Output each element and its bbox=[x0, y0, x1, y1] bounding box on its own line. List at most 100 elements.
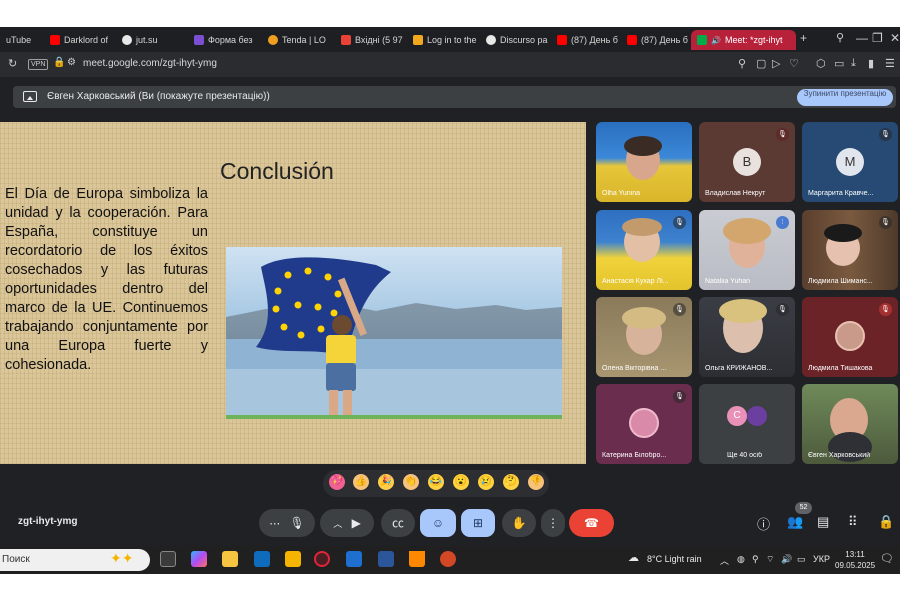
participant-tile[interactable]: 🎙 Людмила Тишакова bbox=[802, 297, 898, 377]
browser-tab[interactable]: Darklord of bbox=[44, 30, 116, 50]
participant-tile[interactable]: 🎙 Олена Вікторівна ... bbox=[596, 297, 692, 377]
browser-tab[interactable]: Discurso pa bbox=[480, 30, 550, 50]
microphone-control[interactable]: ⋯ 🎙 bbox=[259, 509, 315, 537]
tray-app-icon[interactable]: ◍ bbox=[737, 554, 745, 565]
play-icon[interactable]: ▷ bbox=[772, 57, 780, 70]
maximize-icon[interactable]: ❐ bbox=[872, 31, 883, 45]
notifications-icon[interactable]: 🗨 bbox=[880, 552, 894, 565]
participant-tile[interactable]: Olha Yunina bbox=[596, 122, 692, 202]
browser-tab[interactable]: uTube bbox=[0, 30, 46, 50]
present-button[interactable]: ⊞ bbox=[461, 509, 495, 537]
chevron-up-icon[interactable]: ︿ bbox=[720, 554, 729, 567]
activities-icon[interactable]: ⠿ bbox=[848, 514, 858, 530]
reactions-button[interactable]: ☺ bbox=[420, 509, 456, 537]
file-explorer-icon[interactable] bbox=[222, 551, 238, 567]
stop-presenting-button[interactable]: Зупинити презентацію bbox=[797, 89, 893, 106]
network-icon[interactable]: ⌔ bbox=[766, 554, 774, 565]
new-tab-button[interactable]: + bbox=[800, 31, 807, 45]
wallet-icon[interactable]: ▭ bbox=[834, 57, 844, 70]
reload-icon[interactable]: ↻ bbox=[8, 57, 17, 70]
leave-call-button[interactable]: ☎ bbox=[569, 509, 614, 537]
opera-icon[interactable] bbox=[314, 551, 330, 567]
participant-tile[interactable]: С Ще 40 осіб bbox=[699, 384, 795, 464]
tab-label: Darklord of bbox=[64, 35, 109, 45]
info-icon[interactable]: ⓘ bbox=[757, 514, 770, 533]
search-input[interactable]: Поиск bbox=[2, 554, 30, 565]
heart-icon[interactable]: ♡ bbox=[789, 57, 799, 70]
browser-tab[interactable]: jut.su bbox=[116, 30, 186, 50]
taskbar-search[interactable]: Поиск ✦✦ bbox=[0, 549, 150, 571]
minimize-icon[interactable]: — bbox=[856, 31, 868, 45]
weather-text[interactable]: 8°C Light rain bbox=[647, 554, 702, 564]
copilot-icon[interactable] bbox=[191, 551, 207, 567]
tears-of-joy-icon[interactable]: 😂 bbox=[428, 474, 444, 490]
participant-tile[interactable]: 🎙 Анастасія Кухар Лі... bbox=[596, 210, 692, 290]
outlook-icon[interactable] bbox=[254, 551, 270, 567]
screen: uTube Darklord of jut.su Форма без Tenda… bbox=[0, 0, 900, 600]
microsoft-store-icon[interactable] bbox=[285, 551, 301, 567]
photos-icon[interactable] bbox=[346, 551, 362, 567]
party-popper-icon[interactable]: 🎉 bbox=[378, 474, 394, 490]
battery-icon[interactable]: ▭ bbox=[797, 554, 806, 565]
more-audio-options-icon[interactable]: ⋯ bbox=[269, 518, 280, 530]
surprised-face-icon[interactable]: 😮 bbox=[453, 474, 469, 490]
screenshot-icon[interactable]: ▢ bbox=[756, 57, 766, 70]
task-view-icon[interactable] bbox=[160, 551, 176, 567]
participant-name: Маргарита Кравче... bbox=[808, 190, 874, 197]
browser-tab[interactable]: Форма без bbox=[188, 30, 260, 50]
browser-tab[interactable]: (87) День б bbox=[621, 30, 691, 50]
thumbs-down-icon[interactable]: 👎 bbox=[528, 474, 544, 490]
participant-tile[interactable]: ⦙ Nataliia Yuhan bbox=[699, 210, 795, 290]
participant-tile[interactable]: 🎙 В Владислав Некрут bbox=[699, 122, 795, 202]
menu-icon[interactable]: ☰ bbox=[885, 57, 895, 70]
browser-tab-active[interactable]: 🔊 Meet: *zgt-ihyt bbox=[691, 30, 796, 50]
browser-tab[interactable]: Log in to the bbox=[407, 30, 479, 50]
download-icon[interactable]: ⤓ bbox=[851, 57, 856, 70]
search-tabs-icon[interactable]: ⚲ bbox=[836, 31, 844, 44]
volume-icon[interactable]: 🔊 bbox=[781, 554, 792, 565]
captions-button[interactable]: ㏄ bbox=[381, 509, 415, 537]
usb-icon[interactable]: ⚲ bbox=[752, 554, 759, 565]
emoji-icon: ☺ bbox=[431, 516, 445, 530]
participant-tile[interactable]: 🎙 Людмила Шиманс... bbox=[802, 210, 898, 290]
pin-icon[interactable]: ⚲ bbox=[738, 57, 746, 70]
camera-control[interactable]: ︿ ▶ bbox=[320, 509, 374, 537]
battery-icon[interactable]: ▮ bbox=[868, 57, 874, 70]
people-icon[interactable]: 👥 bbox=[787, 514, 803, 530]
thumbs-up-icon[interactable]: 👍 bbox=[353, 474, 369, 490]
clock[interactable]: 13:11 09.05.2025 bbox=[835, 549, 875, 571]
crying-face-icon[interactable]: 😢 bbox=[478, 474, 494, 490]
site-settings-icon[interactable]: ⚙ bbox=[67, 57, 76, 68]
windows-taskbar: Поиск ✦✦ ☁ 8°C Light rain ︿ ◍ ⚲ ⌔ 🔊 ▭ УК… bbox=[0, 546, 900, 574]
participant-tile[interactable]: 🎙 Катерина Білобро... bbox=[596, 384, 692, 464]
avatar bbox=[747, 406, 767, 426]
url-field[interactable]: meet.google.com/zgt-ihyt-ymg bbox=[83, 58, 217, 69]
participant-tile[interactable]: 🎙 Ольга КРИЖАНОВ... bbox=[699, 297, 795, 377]
vpn-badge[interactable]: VPN bbox=[28, 59, 49, 70]
raise-hand-button[interactable]: ✋ bbox=[502, 509, 536, 537]
chevron-up-icon[interactable]: ︿ bbox=[333, 519, 342, 529]
host-controls-icon[interactable]: 🔒 bbox=[878, 514, 894, 530]
lock-icon[interactable]: 🔒 bbox=[53, 57, 65, 68]
participant-tile[interactable]: Євген Харковський bbox=[802, 384, 898, 464]
language-indicator[interactable]: УКР bbox=[813, 554, 830, 564]
extensions-icon[interactable]: ⬡ bbox=[816, 57, 826, 70]
chat-icon[interactable]: ▤ bbox=[817, 514, 829, 530]
participant-tile[interactable]: 🎙 М Маргарита Кравче... bbox=[802, 122, 898, 202]
browser-tab[interactable]: Tenda | LO bbox=[262, 30, 334, 50]
browser-tab[interactable]: Вхідні (5 97 bbox=[335, 30, 407, 50]
tab-label: (87) День б bbox=[571, 35, 618, 45]
word-icon[interactable] bbox=[378, 551, 394, 567]
microphone-icon[interactable]: 🎙 bbox=[290, 516, 305, 530]
browser-tab[interactable]: (87) День б bbox=[551, 30, 623, 50]
clapping-hands-icon[interactable]: 👏 bbox=[403, 474, 419, 490]
camera-icon[interactable]: ▶ bbox=[352, 516, 361, 530]
powerpoint-icon[interactable] bbox=[440, 551, 456, 567]
close-window-icon[interactable]: ✕ bbox=[890, 31, 900, 45]
sparkling-heart-icon[interactable]: 💖 bbox=[329, 474, 345, 490]
present-screen-icon bbox=[23, 91, 37, 102]
weather-icon[interactable]: ☁ bbox=[628, 551, 639, 564]
more-options-button[interactable]: ⋮ bbox=[541, 509, 565, 537]
thinking-face-icon[interactable]: 🤔 bbox=[503, 474, 519, 490]
vlc-icon[interactable] bbox=[409, 551, 425, 567]
